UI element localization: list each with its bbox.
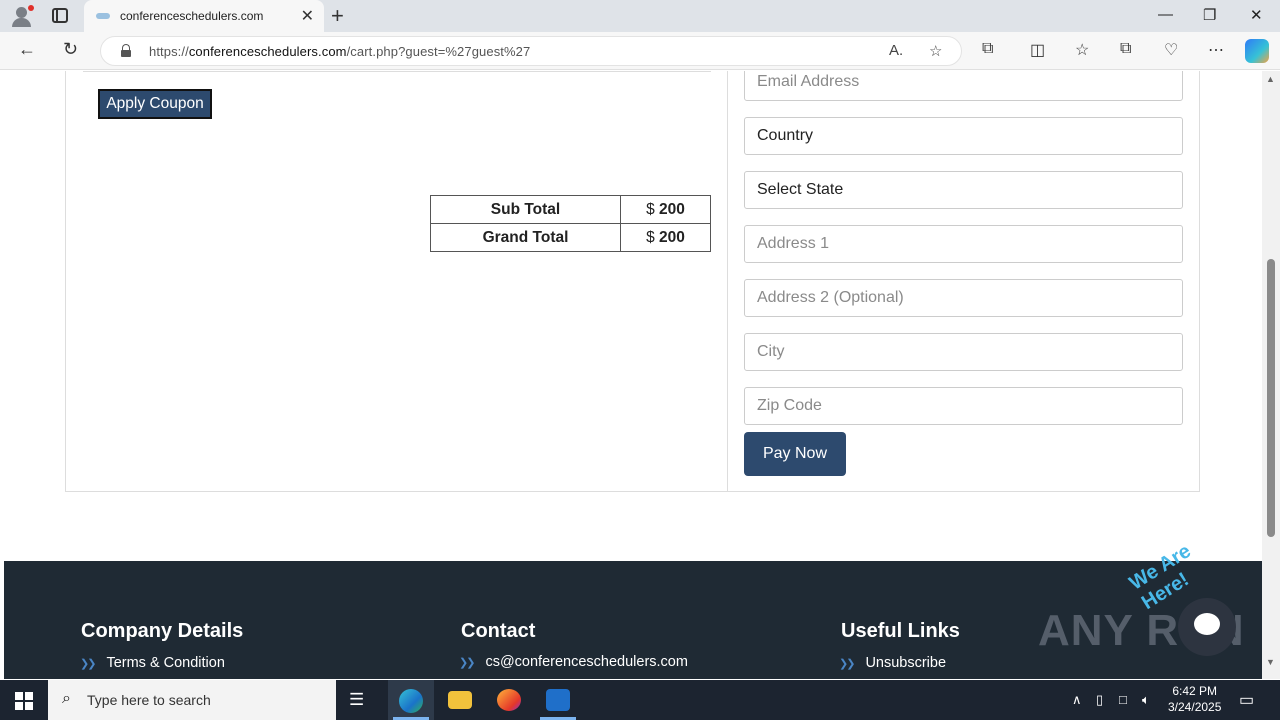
grand-total-label: Grand Total <box>430 223 621 252</box>
pay-now-button[interactable]: Pay Now <box>744 432 846 476</box>
footer-contact: Contact <box>461 620 535 643</box>
page-viewport: Apply Coupon Sub Total $ 200 Grand Total… <box>0 71 1262 679</box>
city-field[interactable]: City <box>744 333 1183 371</box>
tray-chevron-icon[interactable]: ∧ <box>1072 692 1082 708</box>
firefox-icon[interactable] <box>497 689 521 711</box>
url-text[interactable]: https://conferenceschedulers.com/cart.ph… <box>149 44 530 59</box>
volume-icon[interactable]: 🔈︎ <box>1142 692 1150 708</box>
clock-date: 3/24/2025 <box>1168 700 1222 714</box>
footer-heading: Useful Links <box>841 620 960 642</box>
performance-icon[interactable]: ♡ <box>1164 40 1178 60</box>
apply-coupon-button[interactable]: Apply Coupon <box>98 89 212 119</box>
scrollbar-thumb[interactable] <box>1267 259 1275 537</box>
profile-icon[interactable] <box>10 5 34 27</box>
close-window-button[interactable]: ✕ <box>1250 6 1263 24</box>
table-row: Grand Total $ 200 <box>430 223 711 252</box>
scroll-up-icon[interactable]: ▲ <box>1266 74 1275 84</box>
address-bar[interactable]: https://conferenceschedulers.com/cart.ph… <box>100 36 962 66</box>
taskbar-search-input[interactable]: Type here to search <box>87 692 211 708</box>
cart-table-bottom <box>83 71 711 72</box>
double-chevron-icon: ❯❯ <box>80 658 97 670</box>
tab-actions-icon[interactable] <box>52 8 68 23</box>
taskbar-search[interactable]: ⌕ Type here to search <box>48 680 336 720</box>
copilot-icon[interactable] <box>1245 39 1269 63</box>
outlook-icon[interactable] <box>546 689 570 711</box>
restore-button[interactable]: ❐ <box>1203 6 1216 24</box>
notifications-icon[interactable]: ▭ <box>1239 690 1254 710</box>
file-explorer-icon[interactable] <box>448 691 472 709</box>
windows-taskbar: ⌕ Type here to search ☰ ∧ ▯ □ 🔈︎ 6:42 PM… <box>0 680 1280 720</box>
footer-heading: Contact <box>461 620 536 642</box>
footer-useful-links: Useful Links <box>841 620 960 643</box>
address1-field[interactable]: Address 1 <box>744 225 1183 263</box>
collections-icon[interactable]: ⧉ <box>1120 40 1131 58</box>
browser-tab-bar: conferenceschedulers.com ✕ + — ❐ ✕ <box>0 0 1280 32</box>
scroll-down-icon[interactable]: ▼ <box>1266 657 1275 667</box>
zip-field[interactable]: Zip Code <box>744 387 1183 425</box>
subtotal-value: $ 200 <box>620 195 711 224</box>
minimize-button[interactable]: — <box>1158 6 1173 23</box>
search-icon: ⌕ <box>62 690 71 707</box>
edge-icon[interactable] <box>399 689 423 713</box>
favorite-icon[interactable]: ☆ <box>929 42 942 60</box>
new-tab-button[interactable]: + <box>331 3 344 29</box>
clock-time: 6:42 PM <box>1172 684 1218 698</box>
read-aloud-icon[interactable]: A. <box>889 42 903 59</box>
task-view-icon[interactable]: ☰ <box>349 690 373 712</box>
extensions-icon[interactable]: ⧉ <box>982 40 993 58</box>
refresh-icon[interactable]: ↻ <box>63 39 78 60</box>
site-favicon-icon <box>96 13 110 19</box>
totals-table: Sub Total $ 200 Grand Total $ 200 <box>430 195 711 252</box>
double-chevron-icon: ❯❯ <box>839 658 856 670</box>
state-select[interactable]: Select State <box>744 171 1183 209</box>
column-divider <box>727 71 728 492</box>
taskbar-clock[interactable]: 6:42 PM 3/24/2025 <box>1168 683 1221 715</box>
footer-link-email[interactable]: ❯❯ cs@conferenceschedulers.com <box>459 654 688 670</box>
windows-start-icon[interactable] <box>15 692 33 710</box>
tab-close-icon[interactable]: ✕ <box>301 6 314 26</box>
battery-icon[interactable]: ▯ <box>1096 692 1103 708</box>
footer-company: Company Details <box>81 620 243 643</box>
chat-widget-icon[interactable] <box>1178 598 1236 656</box>
double-chevron-icon: ❯❯ <box>459 657 476 669</box>
footer-link-terms[interactable]: ❯❯ Terms & Condition <box>80 655 225 671</box>
page-scrollbar[interactable]: ▲ ▼ <box>1262 71 1280 679</box>
browser-toolbar: ← ↻ https://conferenceschedulers.com/car… <box>0 32 1280 70</box>
lock-icon[interactable] <box>121 44 131 57</box>
grand-total-value: $ 200 <box>620 223 711 252</box>
email-field[interactable]: Email Address <box>744 71 1183 101</box>
split-screen-icon[interactable]: ◫ <box>1030 40 1045 60</box>
address2-field[interactable]: Address 2 (Optional) <box>744 279 1183 317</box>
subtotal-label: Sub Total <box>430 195 621 224</box>
back-icon[interactable]: ← <box>18 39 36 60</box>
footer-heading: Company Details <box>81 620 244 642</box>
tab-title: conferenceschedulers.com <box>120 9 264 23</box>
favorites-icon[interactable]: ☆ <box>1075 40 1089 60</box>
network-icon[interactable]: □ <box>1119 692 1127 707</box>
country-select[interactable]: Country <box>744 117 1183 155</box>
table-row: Sub Total $ 200 <box>430 195 711 224</box>
browser-tab[interactable]: conferenceschedulers.com ✕ <box>84 0 324 32</box>
more-icon[interactable]: ⋯ <box>1208 40 1224 60</box>
footer-link-unsubscribe[interactable]: ❯❯ Unsubscribe <box>839 655 946 671</box>
